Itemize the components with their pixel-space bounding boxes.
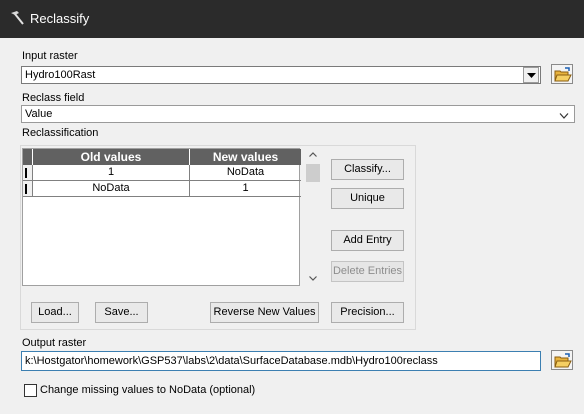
new-value-cell[interactable]: 1	[190, 181, 301, 197]
reclass-field-combobox[interactable]: Value	[21, 105, 575, 123]
chevron-down-icon	[559, 113, 569, 119]
scroll-up-icon[interactable]	[309, 152, 317, 157]
add-entry-button[interactable]: Add Entry	[331, 230, 404, 251]
input-raster-dropdown-button[interactable]	[523, 67, 539, 83]
missing-values-label[interactable]: Change missing values to NoData (optiona…	[40, 384, 255, 396]
classify-button[interactable]: Classify...	[331, 159, 404, 180]
reclassification-label: Reclassification	[22, 127, 99, 139]
row-marker	[25, 184, 27, 194]
row-selector[interactable]	[23, 181, 33, 197]
reverse-new-values-button[interactable]: Reverse New Values	[210, 302, 319, 323]
input-raster-combobox[interactable]: Hydro100Rast	[21, 66, 541, 84]
input-raster-browse-button[interactable]	[551, 64, 573, 84]
reclass-field-value: Value	[25, 108, 53, 120]
old-value-cell[interactable]: 1	[33, 165, 190, 181]
output-raster-label: Output raster	[22, 337, 87, 349]
table-header: Old values New values	[23, 149, 301, 165]
row-marker	[25, 168, 27, 178]
reclass-field-dropdown-button[interactable]	[559, 110, 569, 122]
chevron-down-icon	[527, 73, 536, 78]
load-button[interactable]: Load...	[31, 302, 79, 323]
column-header-old-values[interactable]: Old values	[33, 149, 190, 165]
old-value-cell[interactable]: NoData	[33, 181, 190, 197]
input-raster-value: Hydro100Rast	[25, 69, 96, 81]
output-raster-input[interactable]: k:\Hostgator\homework\GSP537\labs\2\data…	[21, 351, 541, 371]
table-row[interactable]: NoData 1	[23, 181, 301, 197]
table-scrollbar[interactable]	[305, 148, 321, 286]
unique-button[interactable]: Unique	[331, 188, 404, 209]
output-raster-browse-button[interactable]	[551, 350, 573, 370]
input-raster-label: Input raster	[22, 50, 78, 62]
open-folder-icon	[554, 353, 572, 368]
open-folder-icon	[554, 67, 572, 82]
precision-button[interactable]: Precision...	[331, 302, 404, 323]
save-button[interactable]: Save...	[95, 302, 148, 323]
reclass-table[interactable]: Old values New values 1 NoData NoData 1	[22, 148, 301, 286]
delete-entries-button: Delete Entries	[331, 261, 404, 282]
column-header-new-values[interactable]: New values	[190, 149, 301, 165]
table-row[interactable]: 1 NoData	[23, 165, 301, 181]
scrollbar-thumb[interactable]	[306, 164, 320, 182]
missing-values-checkbox[interactable]	[24, 384, 37, 397]
header-corner	[23, 149, 33, 165]
reclass-field-label: Reclass field	[22, 92, 85, 104]
hammer-icon	[11, 11, 24, 25]
new-value-cell[interactable]: NoData	[190, 165, 301, 181]
scroll-down-icon[interactable]	[309, 276, 317, 281]
title-bar: Reclassify	[0, 0, 584, 38]
window-title: Reclassify	[30, 11, 90, 26]
row-selector[interactable]	[23, 165, 33, 181]
output-raster-value: k:\Hostgator\homework\GSP537\labs\2\data…	[25, 355, 438, 367]
